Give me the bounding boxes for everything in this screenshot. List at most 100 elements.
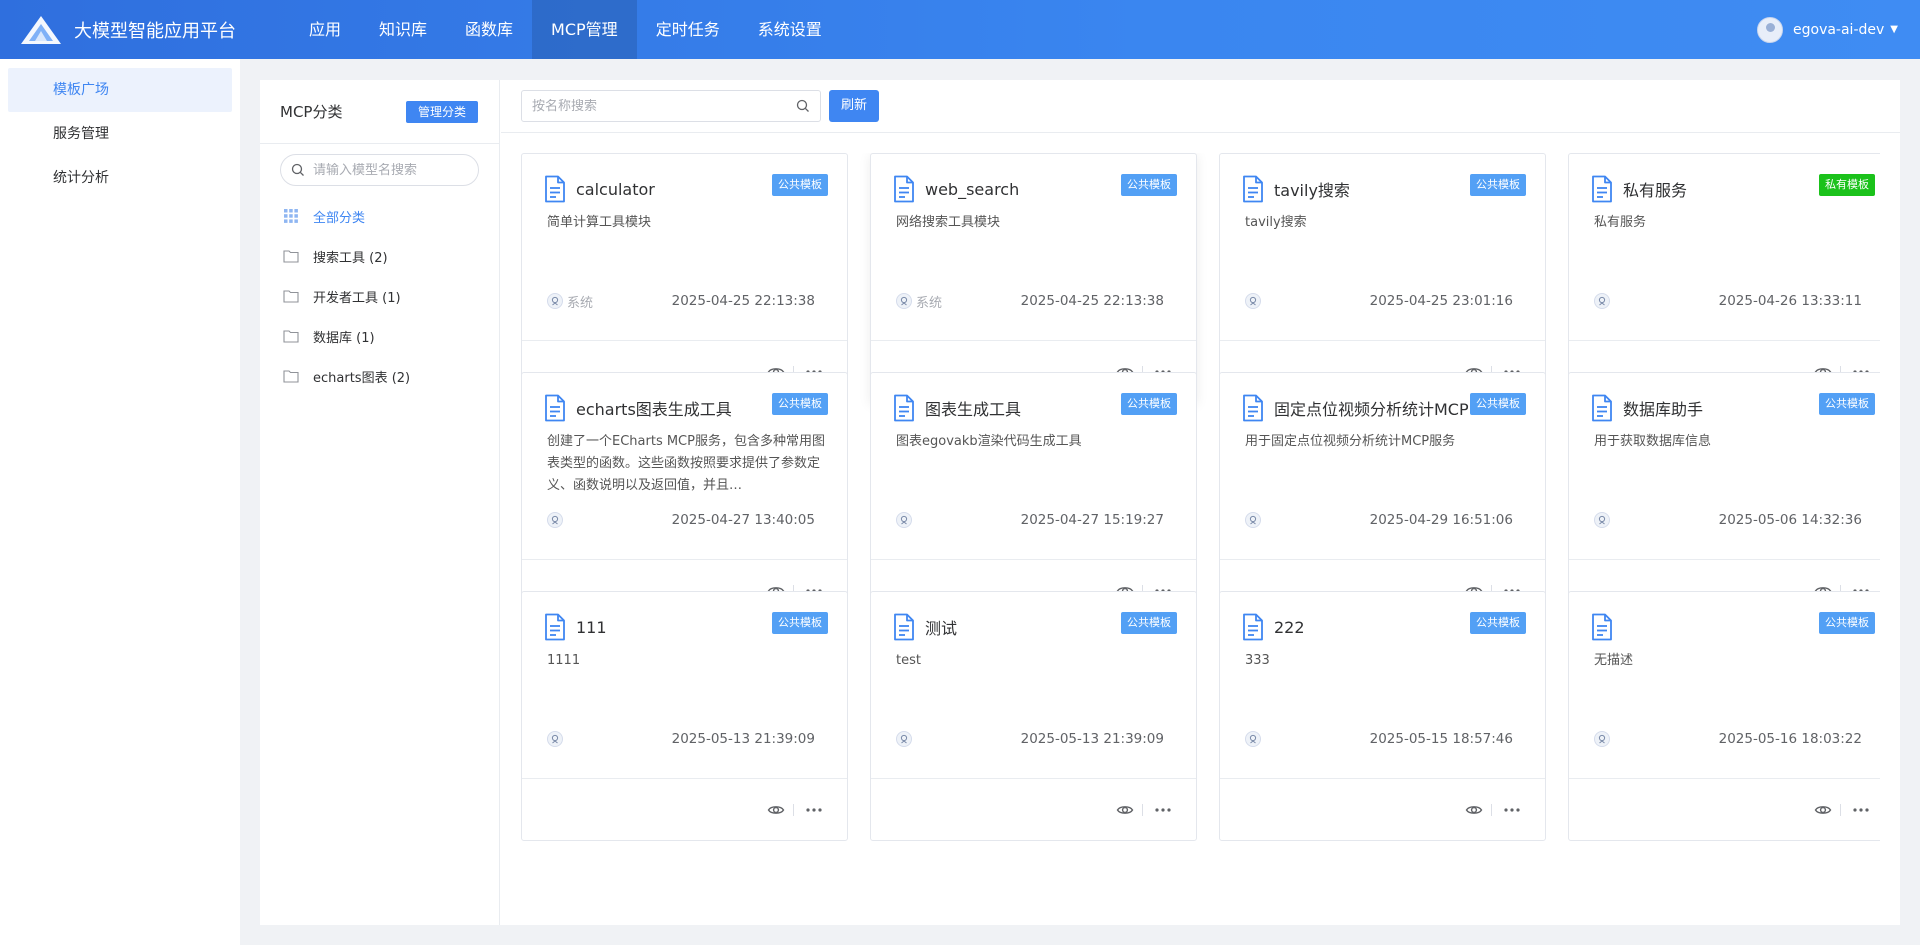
document-icon <box>1592 175 1612 203</box>
folder-icon <box>283 288 299 304</box>
creator-icon <box>1245 512 1261 528</box>
template-type-badge: 公共模板 <box>772 612 828 634</box>
folder-icon <box>283 368 299 384</box>
more-icon[interactable] <box>1503 801 1521 819</box>
search-icon <box>291 163 304 176</box>
card-date: 2025-04-25 22:13:38 <box>671 293 815 309</box>
template-type-badge: 公共模板 <box>772 174 828 196</box>
template-card[interactable]: 222 公共模板 333 2025-05-15 18:57:46 <box>1219 591 1546 841</box>
creator-icon <box>1594 512 1610 528</box>
more-icon[interactable] <box>1852 801 1870 819</box>
card-date: 2025-05-13 21:39:09 <box>671 731 815 747</box>
sidebar-item-statistics[interactable]: 统计分析 <box>8 156 232 200</box>
chevron-down-icon: ▼ <box>1890 24 1898 35</box>
card-description: 私有服务 <box>1594 215 1647 230</box>
card-description: tavily搜索 <box>1245 215 1307 230</box>
eye-icon[interactable] <box>1116 801 1134 819</box>
creator-icon <box>896 731 912 747</box>
sidebar: 模板广场 服务管理 统计分析 <box>0 59 240 945</box>
app-logo[interactable]: 大模型智能应用平台 <box>20 15 270 45</box>
card-owner: 系统 <box>567 295 594 311</box>
manage-category-button[interactable]: 管理分类 <box>405 100 478 123</box>
template-card[interactable]: 图表生成工具 公共模板 图表egovakb渲染代码生成工具 2025-04-27… <box>870 372 1197 622</box>
sidebar-item-template-square[interactable]: 模板广场 <box>8 68 232 112</box>
card-date: 2025-05-06 14:32:36 <box>1718 512 1862 528</box>
creator-icon <box>1245 731 1261 747</box>
template-card[interactable]: 111 公共模板 1111 2025-05-13 21:39:09 <box>521 591 848 841</box>
card-description: 用于获取数据库信息 <box>1594 434 1712 449</box>
avatar <box>1757 16 1783 43</box>
category-label: 开发者工具 (1) <box>313 290 401 306</box>
eye-icon[interactable] <box>1814 801 1832 819</box>
category-item-echarts[interactable]: echarts图表 (2) <box>260 356 499 396</box>
category-item-search-tools[interactable]: 搜索工具 (2) <box>260 236 499 276</box>
card-meta: 2025-04-29 16:51:06 <box>1245 509 1513 531</box>
nav-item-apps[interactable]: 应用 <box>290 0 360 59</box>
card-footer <box>1569 778 1880 842</box>
category-search-input[interactable] <box>313 162 473 178</box>
card-date: 2025-05-13 21:39:09 <box>1020 731 1164 747</box>
nav-item-functions[interactable]: 函数库 <box>446 0 532 59</box>
card-meta: 2025-04-27 15:19:27 <box>896 509 1164 531</box>
template-card[interactable]: web_search 公共模板 网络搜索工具模块 系统 2025-04-25 2… <box>870 153 1197 403</box>
category-title: MCP分类 <box>280 103 343 121</box>
creator-icon <box>1594 293 1610 309</box>
creator-icon <box>547 731 563 747</box>
refresh-button[interactable]: 刷新 <box>829 90 880 122</box>
nav-item-knowledge[interactable]: 知识库 <box>360 0 446 59</box>
main-nav: 应用 知识库 函数库 MCP管理 定时任务 系统设置 <box>290 0 841 59</box>
card-footer <box>522 778 847 842</box>
name-search-input[interactable] <box>532 98 796 114</box>
user-name: egova-ai-dev <box>1793 21 1885 38</box>
category-item-all[interactable]: 全部分类 <box>260 196 499 236</box>
card-meta: 2025-04-26 13:33:11 <box>1594 290 1862 312</box>
template-card[interactable]: 测试 公共模板 test 2025-05-13 21:39:09 <box>870 591 1197 841</box>
category-item-database[interactable]: 数据库 (1) <box>260 316 499 356</box>
template-card[interactable]: 固定点位视频分析统计MCP 公共模板 用于固定点位视频分析统计MCP服务 202… <box>1219 372 1546 622</box>
document-icon <box>1592 613 1612 641</box>
folder-icon <box>283 248 299 264</box>
card-meta: 2025-05-13 21:39:09 <box>547 728 815 750</box>
template-type-badge: 公共模板 <box>1819 393 1875 415</box>
template-card[interactable]: 公共模板 无描述 2025-05-16 18:03:22 <box>1568 591 1880 841</box>
template-card[interactable]: tavily搜索 公共模板 tavily搜索 2025-04-25 23:01:… <box>1219 153 1546 403</box>
creator-icon <box>896 293 912 309</box>
top-navbar: 大模型智能应用平台 应用 知识库 函数库 MCP管理 定时任务 系统设置 ego… <box>0 0 1920 59</box>
more-icon[interactable] <box>805 801 823 819</box>
card-owner: 系统 <box>916 295 943 311</box>
template-card[interactable]: 数据库助手 公共模板 用于获取数据库信息 2025-05-06 14:32:36 <box>1568 372 1880 622</box>
card-meta: 2025-04-27 13:40:05 <box>547 509 815 531</box>
folder-icon <box>283 328 299 344</box>
template-card[interactable]: calculator 公共模板 简单计算工具模块 系统 2025-04-25 2… <box>521 153 848 403</box>
template-type-badge: 私有模板 <box>1819 174 1875 196</box>
category-item-dev-tools[interactable]: 开发者工具 (1) <box>260 276 499 316</box>
more-icon[interactable] <box>1154 801 1172 819</box>
divider <box>1491 804 1492 816</box>
template-card[interactable]: 私有服务 私有模板 私有服务 2025-04-26 13:33:11 <box>1568 153 1880 403</box>
user-menu[interactable]: egova-ai-dev ▼ <box>1757 0 1898 59</box>
template-card-grid: calculator 公共模板 简单计算工具模块 系统 2025-04-25 2… <box>521 153 1880 876</box>
nav-item-schedule[interactable]: 定时任务 <box>637 0 739 59</box>
divider <box>1142 804 1143 816</box>
logo-icon <box>21 15 61 44</box>
template-card[interactable]: echarts图表生成工具 公共模板 创建了一个ECharts MCP服务，包含… <box>521 372 848 622</box>
card-date: 2025-05-15 18:57:46 <box>1369 731 1513 747</box>
card-description: test <box>896 653 921 668</box>
nav-item-mcp[interactable]: MCP管理 <box>532 0 637 59</box>
search-icon[interactable] <box>796 99 810 113</box>
category-panel: MCP分类 管理分类 全部分类 搜索工具 (2) <box>260 80 500 925</box>
eye-icon[interactable] <box>767 801 785 819</box>
document-icon <box>894 175 914 203</box>
document-icon <box>1243 613 1263 641</box>
sidebar-item-service-management[interactable]: 服务管理 <box>8 112 232 156</box>
card-date: 2025-04-27 13:40:05 <box>671 512 815 528</box>
category-label: 数据库 (1) <box>313 330 375 346</box>
nav-item-settings[interactable]: 系统设置 <box>739 0 841 59</box>
card-date: 2025-04-25 23:01:16 <box>1369 293 1513 309</box>
app-title: 大模型智能应用平台 <box>74 20 236 42</box>
category-label: 搜索工具 (2) <box>313 250 388 266</box>
grid-icon <box>283 208 299 224</box>
card-date: 2025-04-27 15:19:27 <box>1020 512 1164 528</box>
card-description: 用于固定点位视频分析统计MCP服务 <box>1245 434 1456 449</box>
eye-icon[interactable] <box>1465 801 1483 819</box>
